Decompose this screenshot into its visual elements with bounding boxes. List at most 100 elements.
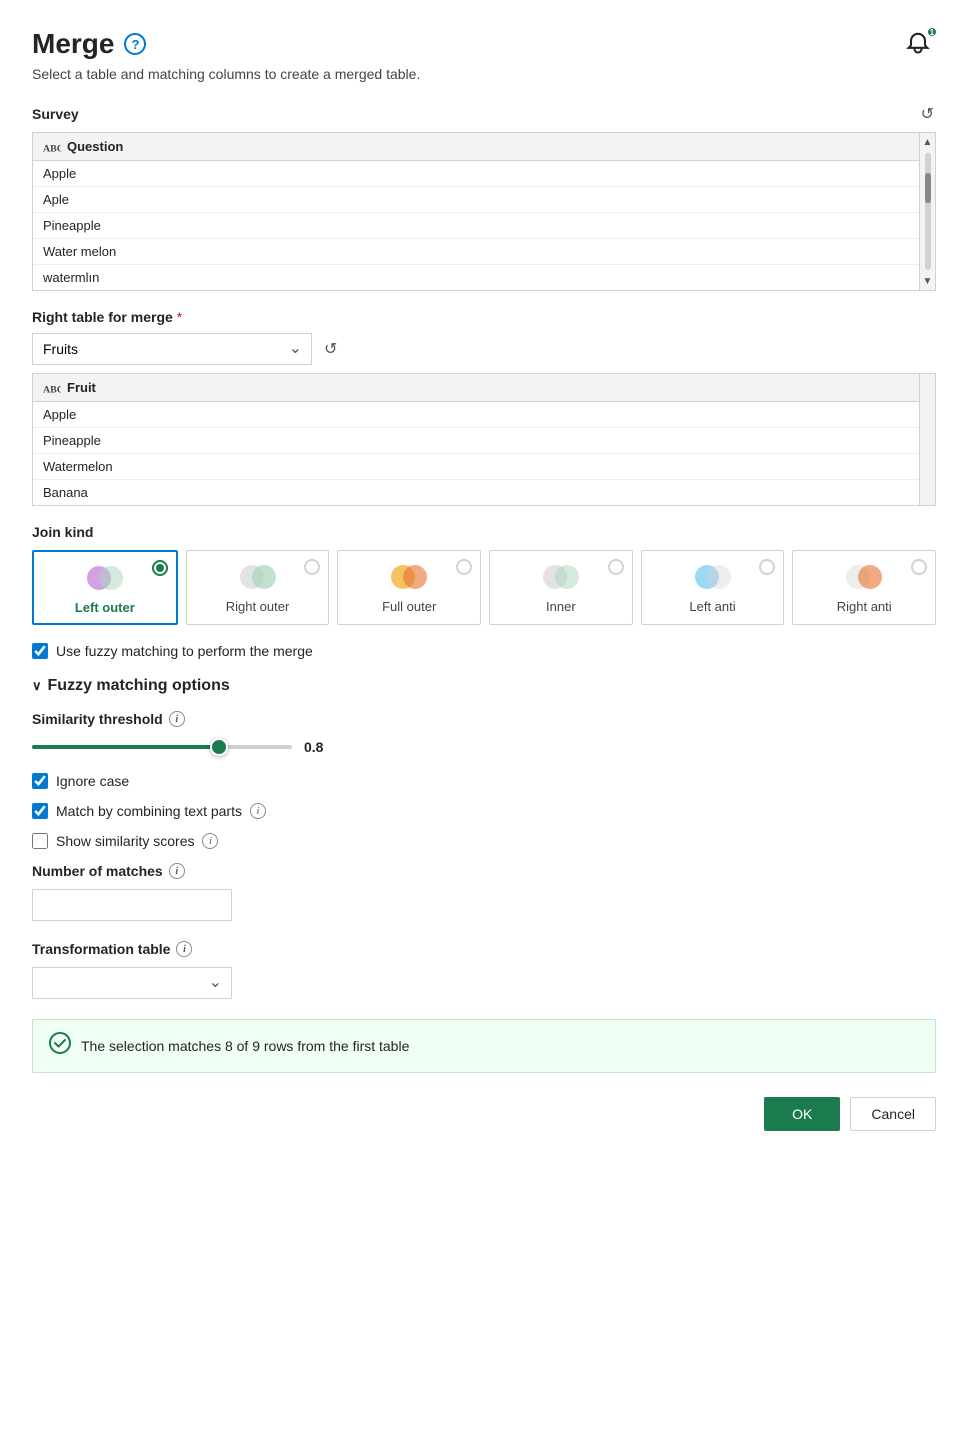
fuzzy-options-label: Fuzzy matching options	[48, 677, 230, 695]
match-combining-checkbox[interactable]	[32, 803, 48, 819]
join-right-anti[interactable]: Right anti	[792, 550, 936, 625]
scroll-track	[925, 153, 931, 270]
transformation-table-select[interactable]	[32, 967, 232, 999]
similarity-threshold-label: Similarity threshold	[32, 711, 163, 727]
right-anti-radio	[911, 559, 927, 575]
match-combining-label[interactable]: Match by combining text parts	[56, 803, 242, 819]
table-row[interactable]: watermlın	[33, 265, 919, 290]
right-table-refresh-button[interactable]: ↺	[322, 337, 339, 361]
table-row[interactable]: Apple	[33, 161, 919, 187]
help-icon[interactable]: ?	[124, 33, 146, 55]
page-title: Merge	[32, 28, 114, 60]
right-table-select[interactable]: Fruits	[32, 333, 312, 365]
slider-value: 0.8	[304, 739, 334, 755]
survey-col-icon: ABC	[43, 140, 61, 154]
fuzzy-matching-row: Use fuzzy matching to perform the merge	[32, 643, 936, 659]
left-anti-label: Left anti	[689, 599, 735, 614]
match-combining-info[interactable]: i	[250, 803, 266, 819]
table-row[interactable]: Pineapple	[33, 428, 919, 454]
left-anti-icon	[691, 561, 735, 593]
right-outer-icon	[236, 561, 280, 593]
show-similarity-info[interactable]: i	[202, 833, 218, 849]
survey-scrollbar[interactable]: ▲ ▼	[919, 133, 935, 290]
fuzzy-matching-checkbox[interactable]	[32, 643, 48, 659]
inner-label: Inner	[546, 599, 576, 614]
bell-badge: 1	[926, 26, 938, 38]
survey-table-header: ABC Question	[33, 133, 919, 161]
fruits-table-header: ABC Fruit	[33, 374, 919, 402]
notifications-bell[interactable]: 1	[904, 28, 936, 60]
match-combining-row: Match by combining text parts i	[32, 803, 936, 819]
show-similarity-checkbox[interactable]	[32, 833, 48, 849]
slider-thumb	[210, 738, 228, 756]
slider-row: 0.8	[32, 737, 936, 757]
footer-buttons: OK Cancel	[32, 1097, 936, 1131]
cancel-button[interactable]: Cancel	[850, 1097, 936, 1131]
scroll-down-arrow[interactable]: ▼	[921, 274, 935, 288]
join-left-anti[interactable]: Left anti	[641, 550, 785, 625]
left-outer-radio	[152, 560, 168, 576]
survey-table: ABC Question AppleAplePineappleWater mel…	[32, 132, 936, 291]
page-subtitle: Select a table and matching columns to c…	[32, 66, 936, 82]
right-outer-radio	[304, 559, 320, 575]
table-row[interactable]: Pineapple	[33, 213, 919, 239]
number-of-matches-info[interactable]: i	[169, 863, 185, 879]
full-outer-radio	[456, 559, 472, 575]
scroll-up-arrow[interactable]: ▲	[921, 135, 935, 149]
survey-col-header: Question	[67, 139, 123, 154]
transformation-table-label: Transformation table	[32, 941, 170, 957]
similarity-threshold-row: Similarity threshold i	[32, 711, 936, 727]
fuzzy-options-section: ∨ Fuzzy matching options Similarity thre…	[32, 677, 936, 999]
right-anti-icon	[842, 561, 886, 593]
fruits-scrollbar	[919, 374, 935, 505]
table-row[interactable]: Apple	[33, 402, 919, 428]
fruits-col-header: Fruit	[67, 380, 96, 395]
ok-button[interactable]: OK	[764, 1097, 840, 1131]
match-status-text: The selection matches 8 of 9 rows from t…	[81, 1038, 409, 1054]
number-of-matches-input[interactable]	[32, 889, 232, 921]
table-row[interactable]: Water melon	[33, 239, 919, 265]
slider-track	[32, 745, 292, 749]
left-outer-icon	[83, 562, 127, 594]
fuzzy-options-title[interactable]: ∨ Fuzzy matching options	[32, 677, 936, 695]
transformation-table-info[interactable]: i	[176, 941, 192, 957]
right-anti-label: Right anti	[837, 599, 892, 614]
left-anti-radio	[759, 559, 775, 575]
table-row[interactable]: Watermelon	[33, 454, 919, 480]
similarity-threshold-info[interactable]: i	[169, 711, 185, 727]
transformation-table-label-row: Transformation table i	[32, 941, 936, 957]
join-right-outer[interactable]: Right outer	[186, 550, 330, 625]
inner-radio	[608, 559, 624, 575]
fruits-table-body: ApplePineappleWatermelonBanana	[33, 402, 919, 505]
show-similarity-row: Show similarity scores i	[32, 833, 936, 849]
right-outer-label: Right outer	[226, 599, 290, 614]
number-of-matches-label: Number of matches	[32, 863, 163, 879]
match-status-banner: The selection matches 8 of 9 rows from t…	[32, 1019, 936, 1073]
survey-table-body: AppleAplePineappleWater melonwatermlın	[33, 161, 919, 290]
ignore-case-checkbox[interactable]	[32, 773, 48, 789]
fruits-col-icon: ABC	[43, 381, 61, 395]
ignore-case-label[interactable]: Ignore case	[56, 773, 129, 789]
right-table-label: Right table for merge	[32, 309, 173, 325]
show-similarity-label[interactable]: Show similarity scores	[56, 833, 194, 849]
join-kind-label: Join kind	[32, 524, 936, 540]
table-row[interactable]: Banana	[33, 480, 919, 505]
ignore-case-row: Ignore case	[32, 773, 936, 789]
required-indicator: *	[177, 309, 182, 325]
number-of-matches-label-row: Number of matches i	[32, 863, 936, 879]
right-table-dropdown-wrapper[interactable]: Fruits	[32, 333, 312, 365]
fuzzy-matching-label[interactable]: Use fuzzy matching to perform the merge	[56, 643, 313, 659]
fuzzy-options-content: Similarity threshold i 0.8 Ignore case M…	[32, 711, 936, 999]
join-left-outer[interactable]: Left outer	[32, 550, 178, 625]
left-outer-label: Left outer	[75, 600, 135, 615]
join-full-outer[interactable]: Full outer	[337, 550, 481, 625]
transformation-table-dropdown-wrapper[interactable]	[32, 967, 232, 999]
full-outer-icon	[387, 561, 431, 593]
full-outer-label: Full outer	[382, 599, 436, 614]
table-row[interactable]: Aple	[33, 187, 919, 213]
join-options: Left outer Right outer Full outer Inner	[32, 550, 936, 625]
collapse-chevron: ∨	[32, 678, 42, 694]
join-inner[interactable]: Inner	[489, 550, 633, 625]
fruits-table: ABC Fruit ApplePineappleWatermelonBanana	[32, 373, 936, 506]
survey-refresh-button[interactable]: ↺	[919, 102, 936, 126]
